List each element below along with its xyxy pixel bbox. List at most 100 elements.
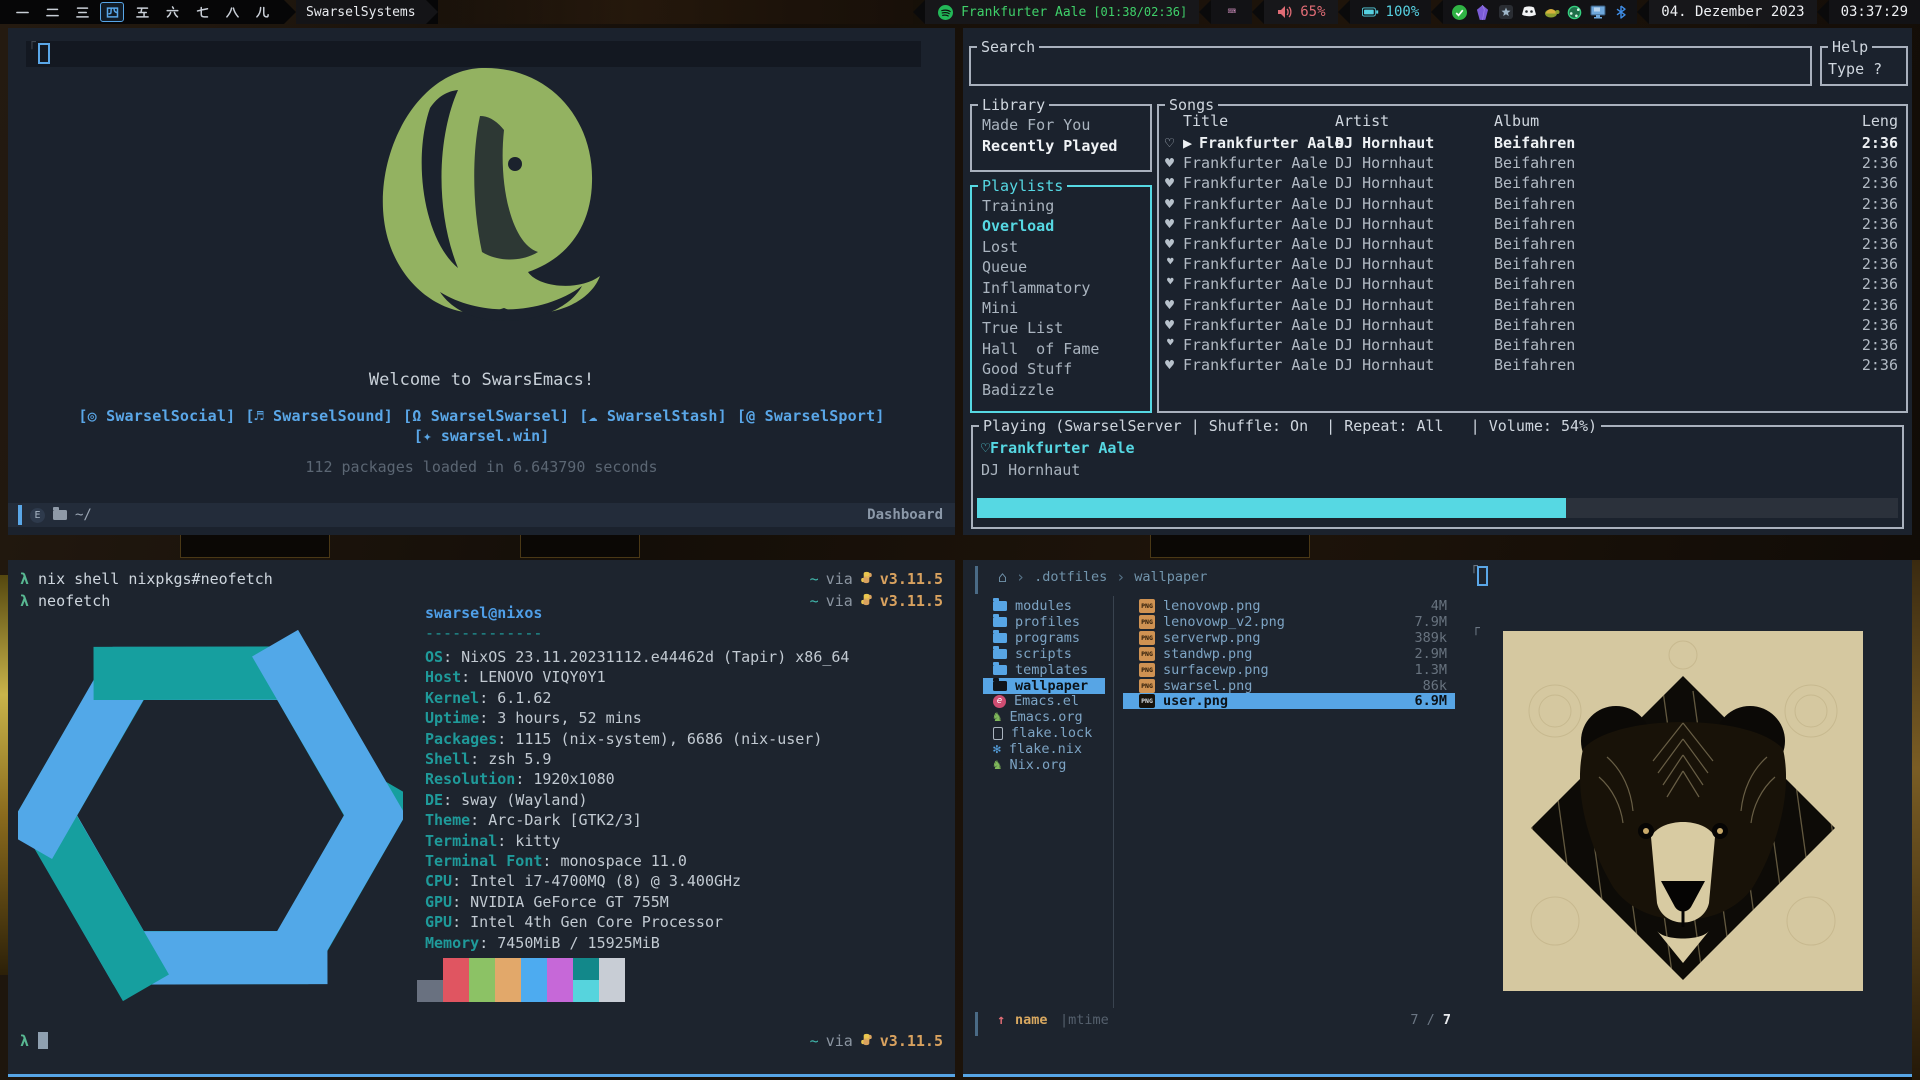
playlist-item[interactable]: Badizzle: [982, 381, 1144, 401]
dashboard-link-2[interactable]: [♬ SwarselSound]: [245, 407, 393, 425]
song-row[interactable]: ♥Frankfurter AaleDJ HornhautBeifahren2:3…: [1159, 154, 1906, 174]
seek-bar[interactable]: [977, 498, 1898, 518]
file-row[interactable]: PNGserverwp.png389k: [1123, 630, 1455, 646]
heart-icon[interactable]: ♥: [1167, 255, 1174, 268]
song-row[interactable]: ♥Frankfurter AaleDJ HornhautBeifahren2:3…: [1159, 296, 1906, 316]
library-item[interactable]: Made For You: [982, 116, 1144, 136]
breadcrumb-segment[interactable]: wallpaper: [1134, 569, 1207, 585]
file-row[interactable]: PNGuser.png6.9M: [1123, 693, 1455, 709]
home-icon[interactable]: ⌂: [998, 568, 1007, 586]
pane-indicator: [975, 566, 978, 594]
dir-row[interactable]: scripts: [983, 646, 1105, 662]
heart-icon[interactable]: ♥: [1165, 356, 1174, 374]
workspace-9[interactable]: [250, 2, 274, 22]
file-row[interactable]: PNGlenovowp_v2.png7.9M: [1123, 614, 1455, 630]
workspace-2[interactable]: [40, 2, 64, 22]
dir-row[interactable]: flake.lock: [983, 725, 1105, 741]
workspace-5[interactable]: [130, 2, 154, 22]
song-row[interactable]: ♥Frankfurter AaleDJ HornhautBeifahren2:3…: [1159, 255, 1906, 275]
playlist-item[interactable]: Overload: [982, 217, 1144, 237]
volume-module[interactable]: 65%: [1264, 0, 1337, 24]
dir-row[interactable]: ♞Nix.org: [983, 757, 1105, 773]
col-album[interactable]: Album: [1494, 112, 1539, 130]
file-row[interactable]: PNGswarsel.png86k: [1123, 678, 1455, 694]
turtle-icon[interactable]: [1543, 4, 1560, 21]
heart-icon[interactable]: ♥: [1167, 275, 1174, 288]
song-row[interactable]: ♥Frankfurter AaleDJ HornhautBeifahren2:3…: [1159, 195, 1906, 215]
song-row[interactable]: ♥Frankfurter AaleDJ HornhautBeifahren2:3…: [1159, 336, 1906, 356]
workspace-3[interactable]: [70, 2, 94, 22]
dashboard-link-3[interactable]: [Ω SwarselSwarsel]: [403, 407, 569, 425]
dir-row[interactable]: programs: [983, 630, 1105, 646]
sort-secondary[interactable]: |mtime: [1060, 1012, 1109, 1028]
heart-icon[interactable]: ♥: [1165, 296, 1174, 314]
heart-icon[interactable]: ♥: [1167, 336, 1174, 349]
shell-prompt-line[interactable]: λ ~viav3.11.5: [20, 1032, 943, 1050]
file-row[interactable]: PNGsurfacewp.png1.3M: [1123, 662, 1455, 678]
gem-icon[interactable]: [1474, 4, 1491, 21]
workspace-6[interactable]: [160, 2, 184, 22]
heart-icon[interactable]: ♥: [1165, 154, 1174, 172]
heart-icon[interactable]: ♥: [1165, 215, 1174, 233]
heart-icon[interactable]: ♥: [1165, 235, 1174, 253]
sort-primary[interactable]: name: [1015, 1012, 1048, 1028]
col-length[interactable]: Leng: [1862, 112, 1898, 130]
song-row[interactable]: ♥Frankfurter AaleDJ HornhautBeifahren2:3…: [1159, 174, 1906, 194]
bluetooth-icon[interactable]: [1612, 4, 1629, 21]
star-icon[interactable]: [1497, 4, 1514, 21]
workspace-7[interactable]: [190, 2, 214, 22]
site-link[interactable]: [✦ swarsel.win]: [8, 427, 955, 445]
dir-row[interactable]: modules: [983, 598, 1105, 614]
heart-icon[interactable]: ♥: [1165, 174, 1174, 192]
playlist-item[interactable]: Mini: [982, 299, 1144, 319]
song-row[interactable]: ♥Frankfurter AaleDJ HornhautBeifahren2:3…: [1159, 356, 1906, 376]
playlist-item[interactable]: Hall of Fame: [982, 340, 1144, 360]
song-row[interactable]: ♥Frankfurter AaleDJ HornhautBeifahren2:3…: [1159, 316, 1906, 336]
clock-module[interactable]: 03:37:29: [1829, 0, 1920, 24]
keyboard-module[interactable]: ⌨: [1211, 0, 1252, 24]
dir-row[interactable]: templates: [983, 662, 1105, 678]
playlist-item[interactable]: Queue: [982, 258, 1144, 278]
dir-row[interactable]: eEmacs.el: [983, 693, 1105, 709]
playlist-item[interactable]: Training: [982, 197, 1144, 217]
dir-row[interactable]: wallpaper: [983, 678, 1105, 694]
breadcrumb[interactable]: ⌂›.dotfiles›wallpaper: [998, 568, 1207, 586]
col-title[interactable]: Title: [1183, 112, 1228, 130]
song-row[interactable]: ♥Frankfurter AaleDJ HornhautBeifahren2:3…: [1159, 215, 1906, 235]
search-input[interactable]: [975, 52, 1806, 80]
library-item[interactable]: Recently Played: [982, 137, 1144, 157]
heart-icon[interactable]: ♥: [1165, 316, 1174, 334]
dir-row[interactable]: ✻flake.nix: [983, 741, 1105, 757]
playlist-item[interactable]: Inflammatory: [982, 279, 1144, 299]
song-row[interactable]: ♡▶Frankfurter AaleDJ HornhautBeifahren2:…: [1159, 134, 1906, 154]
folder-icon: [993, 649, 1007, 659]
workspace-1[interactable]: [10, 2, 34, 22]
dashboard-link-1[interactable]: [◎ SwarselSocial]: [78, 407, 235, 425]
folder-icon: [993, 681, 1007, 691]
col-artist[interactable]: Artist: [1335, 112, 1389, 130]
checkmark-icon[interactable]: [1451, 4, 1468, 21]
playlist-item[interactable]: Lost: [982, 238, 1144, 258]
now-playing-module[interactable]: Frankfurter Aale [01:38/02:36]: [925, 0, 1199, 24]
dashboard-link-4[interactable]: [☁ SwarselStash]: [579, 407, 727, 425]
breadcrumb-segment[interactable]: .dotfiles: [1034, 569, 1107, 585]
workspace-4[interactable]: [100, 2, 124, 22]
date-module[interactable]: 04. Dezember 2023: [1649, 0, 1816, 24]
playlist-item[interactable]: True List: [982, 319, 1144, 339]
syncthing-icon[interactable]: [1566, 4, 1583, 21]
song-row[interactable]: ♥Frankfurter AaleDJ HornhautBeifahren2:3…: [1159, 275, 1906, 295]
song-row[interactable]: ♥Frankfurter AaleDJ HornhautBeifahren2:3…: [1159, 235, 1906, 255]
file-row[interactable]: PNGlenovowp.png4M: [1123, 598, 1455, 614]
playlist-item[interactable]: Good Stuff: [982, 360, 1144, 380]
dashboard-link-5[interactable]: [@ SwarselSport]: [737, 407, 885, 425]
dir-row[interactable]: ♞Emacs.org: [983, 709, 1105, 725]
discord-icon[interactable]: [1520, 4, 1537, 21]
monitor-icon[interactable]: [1589, 4, 1606, 21]
sort-direction-arrow[interactable]: ↑: [997, 1012, 1005, 1028]
workspace-8[interactable]: [220, 2, 244, 22]
battery-module[interactable]: 100%: [1350, 0, 1432, 24]
heart-outline-icon[interactable]: ♡: [1165, 134, 1174, 152]
heart-icon[interactable]: ♥: [1165, 195, 1174, 213]
dir-row[interactable]: profiles: [983, 614, 1105, 630]
file-row[interactable]: PNGstandwp.png2.9M: [1123, 646, 1455, 662]
